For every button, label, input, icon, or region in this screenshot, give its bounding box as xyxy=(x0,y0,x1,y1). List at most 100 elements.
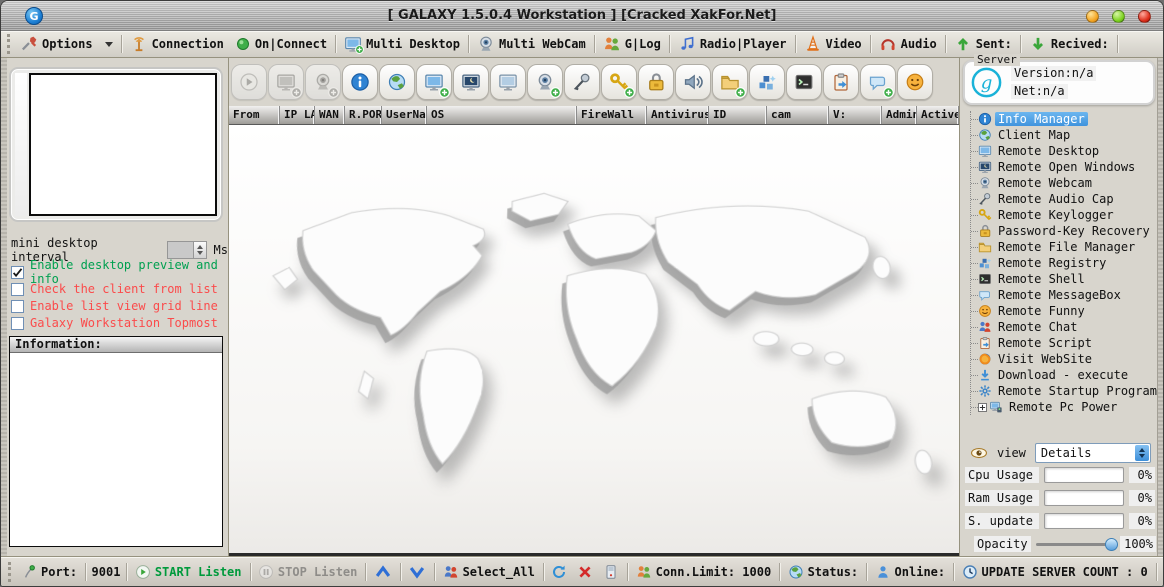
maximize-button[interactable] xyxy=(1112,10,1125,23)
remote-audio-cap-button[interactable] xyxy=(564,64,600,100)
password-key-recovery-button[interactable] xyxy=(638,64,674,100)
play-button[interactable] xyxy=(231,64,267,100)
tree-item-remote-open-windows[interactable]: Remote Open Windows xyxy=(971,159,1156,175)
tree-item-remote-registry[interactable]: Remote Registry xyxy=(971,255,1156,271)
tree-item-remote-startup-program[interactable]: Remote Startup Program xyxy=(971,383,1156,399)
options-button[interactable]: Options xyxy=(17,34,116,54)
remote-screen-button[interactable] xyxy=(490,64,526,100)
people-icon xyxy=(443,564,459,580)
move-up-button[interactable] xyxy=(372,563,394,581)
move-down-button[interactable] xyxy=(406,563,428,581)
remote-open-windows-button[interactable] xyxy=(453,64,489,100)
column-header-cam[interactable]: cam xyxy=(767,106,829,124)
remote-webcam-button[interactable] xyxy=(527,64,563,100)
remote-messagebox-button[interactable] xyxy=(860,64,896,100)
column-header-os[interactable]: OS xyxy=(427,106,577,124)
column-header-admin[interactable]: Admin xyxy=(882,106,917,124)
checkbox-row[interactable]: Enable list view grid line xyxy=(11,299,228,313)
interval-spinner[interactable] xyxy=(167,241,206,259)
expand-plus-icon[interactable] xyxy=(978,403,987,412)
title-bar[interactable]: G [ GALAXY 1.5.0.4 Workstation ] [Cracke… xyxy=(1,1,1163,31)
statusbar-grip[interactable] xyxy=(8,562,11,582)
remote-funny-button[interactable] xyxy=(897,64,933,100)
smiley-icon xyxy=(905,72,925,92)
column-header-wan[interactable]: WAN xyxy=(315,106,345,124)
column-header-antivirus[interactable]: Antivirus xyxy=(647,106,709,124)
monitor-icon xyxy=(498,72,518,92)
registry-cubes-icon xyxy=(757,72,777,92)
select-all-button[interactable]: Select_All xyxy=(441,564,537,580)
checkbox-unchecked[interactable] xyxy=(11,283,24,296)
opacity-slider[interactable] xyxy=(1036,543,1115,546)
tree-item-remote-shell[interactable]: Remote Shell xyxy=(971,271,1156,287)
tree-item-visit-website[interactable]: Visit WebSite xyxy=(971,351,1156,367)
spinner-buttons[interactable] xyxy=(193,242,206,258)
remote-script-button[interactable] xyxy=(823,64,859,100)
add-webcam-button[interactable] xyxy=(305,64,341,100)
tree-item-remote-keylogger[interactable]: Remote Keylogger xyxy=(971,207,1156,223)
close-button[interactable] xyxy=(1138,10,1151,23)
tree-item-remote-script[interactable]: Remote Script xyxy=(971,335,1156,351)
tree-item-remote-audio-cap[interactable]: Remote Audio Cap xyxy=(971,191,1156,207)
view-dropdown[interactable]: Details xyxy=(1035,443,1151,463)
radio-player-button[interactable]: Radio|Player xyxy=(675,34,790,54)
checkbox-row[interactable]: Check the client from list xyxy=(11,282,228,296)
info-manager-button[interactable] xyxy=(342,64,378,100)
tree-item-remote-funny[interactable]: Remote Funny xyxy=(971,303,1156,319)
select-all-label: Select_All xyxy=(463,565,535,579)
dark-monitor-icon xyxy=(461,72,481,92)
remote-file-manager-button[interactable] xyxy=(712,64,748,100)
g-log-button[interactable]: G|Log xyxy=(600,34,664,54)
refresh-button[interactable] xyxy=(549,564,569,580)
stop-listen-button[interactable]: STOP Listen xyxy=(256,564,359,580)
checkbox-unchecked[interactable] xyxy=(11,300,24,313)
tree-item-password-key-recovery[interactable]: Password-Key Recovery xyxy=(971,223,1156,239)
remote-keylogger-button[interactable] xyxy=(601,64,637,100)
checkbox-row[interactable]: Enable desktop preview and info xyxy=(11,265,228,279)
add-desktop-button[interactable] xyxy=(268,64,304,100)
remote-desktop-button[interactable] xyxy=(416,64,452,100)
world-map xyxy=(229,159,959,556)
column-header-id[interactable]: ID xyxy=(709,106,767,124)
column-header-rport[interactable]: R.PORT xyxy=(345,106,382,124)
start-listen-button[interactable]: START Listen xyxy=(133,564,244,580)
tree-item-client-map[interactable]: Client Map xyxy=(971,127,1156,143)
tree-item-remote-desktop[interactable]: Remote Desktop xyxy=(971,143,1156,159)
multi-desktop-button[interactable]: Multi Desktop xyxy=(341,34,463,54)
delete-button[interactable] xyxy=(575,564,595,580)
checkbox-label: Check the client from list xyxy=(30,282,218,296)
tree-item-info-manager[interactable]: Info Manager xyxy=(971,111,1156,127)
column-header-username[interactable]: UserName xyxy=(382,106,427,124)
tree-item-download-execute[interactable]: Download - execute xyxy=(971,367,1156,383)
video-button[interactable]: Video xyxy=(801,34,865,54)
tree-item-remote-messagebox[interactable]: Remote MessageBox xyxy=(971,287,1156,303)
tree-item-remote-pc-power[interactable]: Remote Pc Power xyxy=(971,399,1156,415)
column-header-firewall[interactable]: FireWall xyxy=(577,106,647,124)
checkbox-checked[interactable] xyxy=(11,266,24,279)
port-value[interactable]: 9001 xyxy=(92,565,121,579)
tree-item-remote-file-manager[interactable]: Remote File Manager xyxy=(971,239,1156,255)
column-header-v[interactable]: V: xyxy=(829,106,882,124)
column-header-from[interactable]: From xyxy=(229,106,280,124)
checkbox-unchecked[interactable] xyxy=(11,317,24,330)
client-map-button[interactable] xyxy=(379,64,415,100)
remote-registry-button[interactable] xyxy=(749,64,785,100)
slider-thumb[interactable] xyxy=(1105,538,1118,551)
toolbar-grip[interactable] xyxy=(7,34,10,54)
checkbox-row[interactable]: Galaxy Workstation Topmost xyxy=(11,316,228,330)
column-header-ip-lan[interactable]: IP LAN xyxy=(280,106,315,124)
minimize-button[interactable] xyxy=(1086,10,1099,23)
remote-audio-button[interactable] xyxy=(675,64,711,100)
on-connect-button[interactable]: On|Connect xyxy=(232,35,330,53)
remote-shell-button[interactable] xyxy=(786,64,822,100)
multi-webcam-button[interactable]: Multi WebCam xyxy=(474,34,589,54)
tree-item-remote-chat[interactable]: Remote Chat xyxy=(971,319,1156,335)
dropdown-spinner[interactable] xyxy=(1135,445,1149,461)
connection-button[interactable]: Connection xyxy=(127,34,227,54)
monitor-icon xyxy=(978,144,992,158)
server-pc-button[interactable] xyxy=(601,564,621,580)
column-header-active[interactable]: Active xyxy=(917,106,959,124)
tree-item-remote-webcam[interactable]: Remote Webcam xyxy=(971,175,1156,191)
cone-icon xyxy=(804,35,822,53)
audio-button[interactable]: Audio xyxy=(876,34,940,54)
